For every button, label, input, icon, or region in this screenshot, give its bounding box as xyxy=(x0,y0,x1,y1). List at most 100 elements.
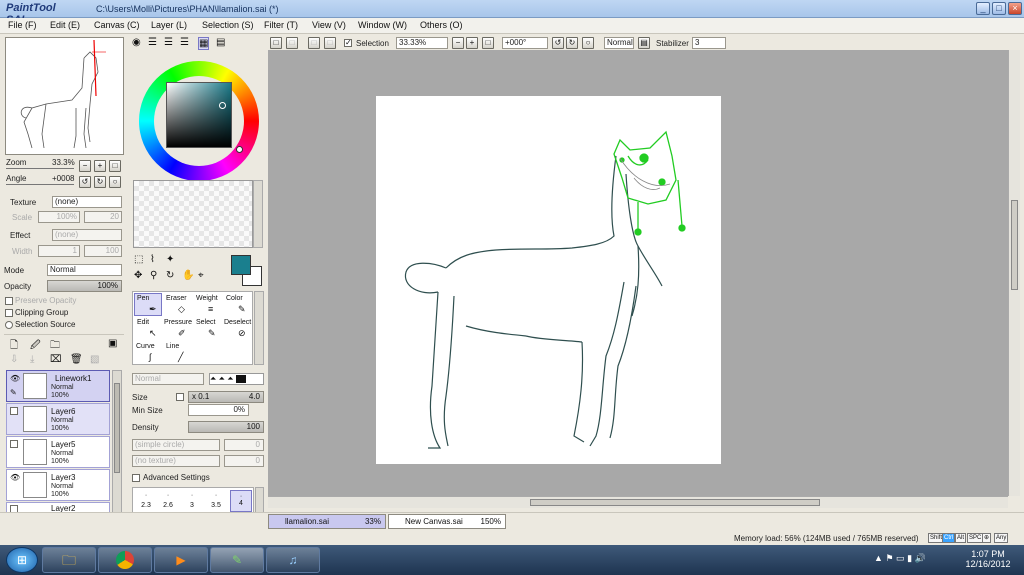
line-tool[interactable]: Line ╱ xyxy=(163,341,191,364)
min-size-value[interactable]: 0% xyxy=(188,404,249,416)
selection-checkbox[interactable]: ✓ xyxy=(344,39,352,47)
hue-marker[interactable] xyxy=(236,146,243,153)
edge-hard-icon[interactable]: ⏶ xyxy=(227,374,233,383)
brush-shape-select[interactable]: (simple circle) xyxy=(132,439,220,451)
brush-shape-value[interactable]: 0 xyxy=(224,439,264,451)
pressure-tool[interactable]: Pressure ✐ xyxy=(163,317,192,340)
hand-icon[interactable]: ✋ xyxy=(182,270,194,281)
rotate-right-button[interactable]: ↻ xyxy=(94,176,106,188)
preset-4-selected[interactable]: · 4 xyxy=(230,490,252,512)
texture-select[interactable]: (none) xyxy=(52,196,122,208)
preserve-opacity-checkbox[interactable] xyxy=(5,297,13,305)
preset-2.3[interactable]: 2.3 xyxy=(137,502,155,509)
size-multiplier-button[interactable] xyxy=(176,393,184,401)
edit-tool[interactable]: Edit ↖ xyxy=(134,317,162,340)
scratchpad-icon[interactable]: ▤ xyxy=(216,37,225,48)
canvas-hscroll[interactable] xyxy=(268,496,1008,508)
new-linework-icon[interactable]: 🖉 xyxy=(30,338,41,355)
tray-arrow-icon[interactable]: ▲ xyxy=(874,553,883,563)
canvas-rotate-reset[interactable]: ○ xyxy=(582,37,594,49)
width-value[interactable]: 1 xyxy=(38,245,80,257)
visibility-toggle[interactable] xyxy=(10,440,18,448)
brush-edge-selector[interactable]: ⏶ ⏶ ⏶ xyxy=(209,373,264,385)
edge-medium-icon[interactable]: ⏶ xyxy=(219,374,225,383)
deselect-tool[interactable]: Deselect ⊘ xyxy=(223,317,251,340)
edge-solid-icon[interactable] xyxy=(235,374,246,383)
taskbar-chrome[interactable] xyxy=(98,547,152,573)
color-picker-marker[interactable] xyxy=(219,102,226,109)
minimize-button[interactable]: _ xyxy=(976,2,990,15)
tool-grid-scrollbar[interactable] xyxy=(254,291,264,365)
move-icon[interactable]: ✥ xyxy=(134,270,142,281)
preset-dot-icon[interactable]: · xyxy=(137,492,155,499)
tray-network-icon[interactable]: ▮ xyxy=(907,553,912,563)
rotate-left-button[interactable]: ↺ xyxy=(79,176,91,188)
menu-selection[interactable]: Selection (S) xyxy=(202,20,254,30)
preset-3.5[interactable]: 3.5 xyxy=(207,502,225,509)
canvas-rotate-right[interactable]: ↻ xyxy=(566,37,578,49)
layer-row-layer6[interactable]: Layer6 Normal 100% xyxy=(6,403,110,435)
zoom-out-button[interactable]: − xyxy=(79,160,91,172)
tray-clock[interactable]: 1:07 PM 12/16/2012 xyxy=(960,549,1016,569)
density-slider[interactable]: 100 xyxy=(188,421,264,433)
canvas-zoom-select[interactable]: 33.33% xyxy=(396,37,448,49)
scroll-thumb[interactable] xyxy=(114,383,120,473)
zoom-reset-button[interactable]: □ xyxy=(109,160,121,172)
canvas-zoom-reset[interactable]: □ xyxy=(482,37,494,49)
layer-list-scrollbar[interactable] xyxy=(112,370,122,514)
invert-selection-button[interactable]: □ xyxy=(286,37,298,49)
visibility-toggle[interactable] xyxy=(10,407,18,415)
color-tool[interactable]: Color ✎ xyxy=(223,293,251,316)
canvas-rotation-select[interactable]: +000° xyxy=(502,37,548,49)
selection-source-radio[interactable] xyxy=(5,321,13,329)
edge-soft-icon[interactable]: ⏶ xyxy=(210,374,216,383)
canvas-rotate-left[interactable]: ↺ xyxy=(552,37,564,49)
transfer-down-icon[interactable]: ⇩ xyxy=(10,354,18,365)
preset-3[interactable]: 3 xyxy=(183,502,201,509)
swatch-scrollbar[interactable] xyxy=(253,180,263,248)
saturation-value-box[interactable] xyxy=(166,82,232,148)
tray-battery-icon[interactable]: ▭ xyxy=(896,553,905,563)
clipping-group-checkbox[interactable] xyxy=(5,309,13,317)
close-button[interactable]: × xyxy=(1008,2,1022,15)
tray-icons[interactable]: ▲ ⚑ ▭ ▮ 🔊 xyxy=(874,553,926,564)
menu-window[interactable]: Window (W) xyxy=(358,20,407,30)
hide-selection-button[interactable]: □ xyxy=(324,37,336,49)
rect-select-icon[interactable]: ⬚ xyxy=(134,254,143,265)
menu-edit[interactable]: Edit (E) xyxy=(50,20,80,30)
layer-row-layer5[interactable]: Layer5 Normal 100% xyxy=(6,436,110,468)
menu-layer[interactable]: Layer (L) xyxy=(151,20,187,30)
canvas-flip-button[interactable]: ▤ xyxy=(638,37,650,49)
preset-2.6[interactable]: 2.6 xyxy=(159,502,177,509)
preset-dot-icon[interactable]: · xyxy=(183,492,201,499)
clear-layer-icon[interactable]: ⌧ xyxy=(50,354,62,365)
scale-value[interactable]: 100% xyxy=(38,211,80,223)
layer-mode-select[interactable]: Normal xyxy=(47,264,122,276)
zoom-icon[interactable]: ⚲ xyxy=(150,270,157,281)
brush-blend-select[interactable]: Normal xyxy=(132,373,204,385)
rotate-reset-button[interactable]: ○ xyxy=(109,176,121,188)
layer-row-linework1[interactable]: 👁 ✎ Linework1 Normal 100% xyxy=(6,370,110,402)
vscroll-thumb[interactable] xyxy=(1011,200,1018,290)
taskbar-itunes[interactable]: ♫ xyxy=(266,547,320,573)
curve-tool[interactable]: Curve ∫ xyxy=(134,341,162,364)
intermediate-color-icon[interactable]: ☰ xyxy=(180,37,189,48)
weight-tool[interactable]: Weight ≡ xyxy=(193,293,221,316)
scale-number[interactable]: 20 xyxy=(84,211,122,223)
zoom-slider[interactable] xyxy=(6,168,74,169)
hsv-slider-icon[interactable]: ☰ xyxy=(164,37,173,48)
new-folder-icon[interactable]: 🗀 xyxy=(50,338,60,355)
preset-dot-icon[interactable]: · xyxy=(159,492,177,499)
eyedropper-icon[interactable]: ⌖ xyxy=(198,270,204,281)
hscroll-thumb[interactable] xyxy=(530,499,820,506)
pen-tool[interactable]: Pen ✒ xyxy=(134,293,162,316)
angle-slider[interactable] xyxy=(6,184,74,185)
opacity-slider[interactable]: 100% xyxy=(47,280,122,292)
layer-row-layer3[interactable]: 👁 Layer3 Normal 100% xyxy=(6,469,110,501)
delete-layer-icon[interactable]: 🗑 xyxy=(70,354,83,365)
doc-tab-llamalion[interactable]: llamalion.sai 33% xyxy=(268,514,386,529)
color-wheel-icon[interactable]: ◉ xyxy=(132,37,141,48)
taskbar-explorer[interactable]: 🗀 xyxy=(42,547,96,573)
layer-settings-icon[interactable]: ▣ xyxy=(108,338,117,349)
preset-dot-icon[interactable]: · xyxy=(207,492,225,499)
